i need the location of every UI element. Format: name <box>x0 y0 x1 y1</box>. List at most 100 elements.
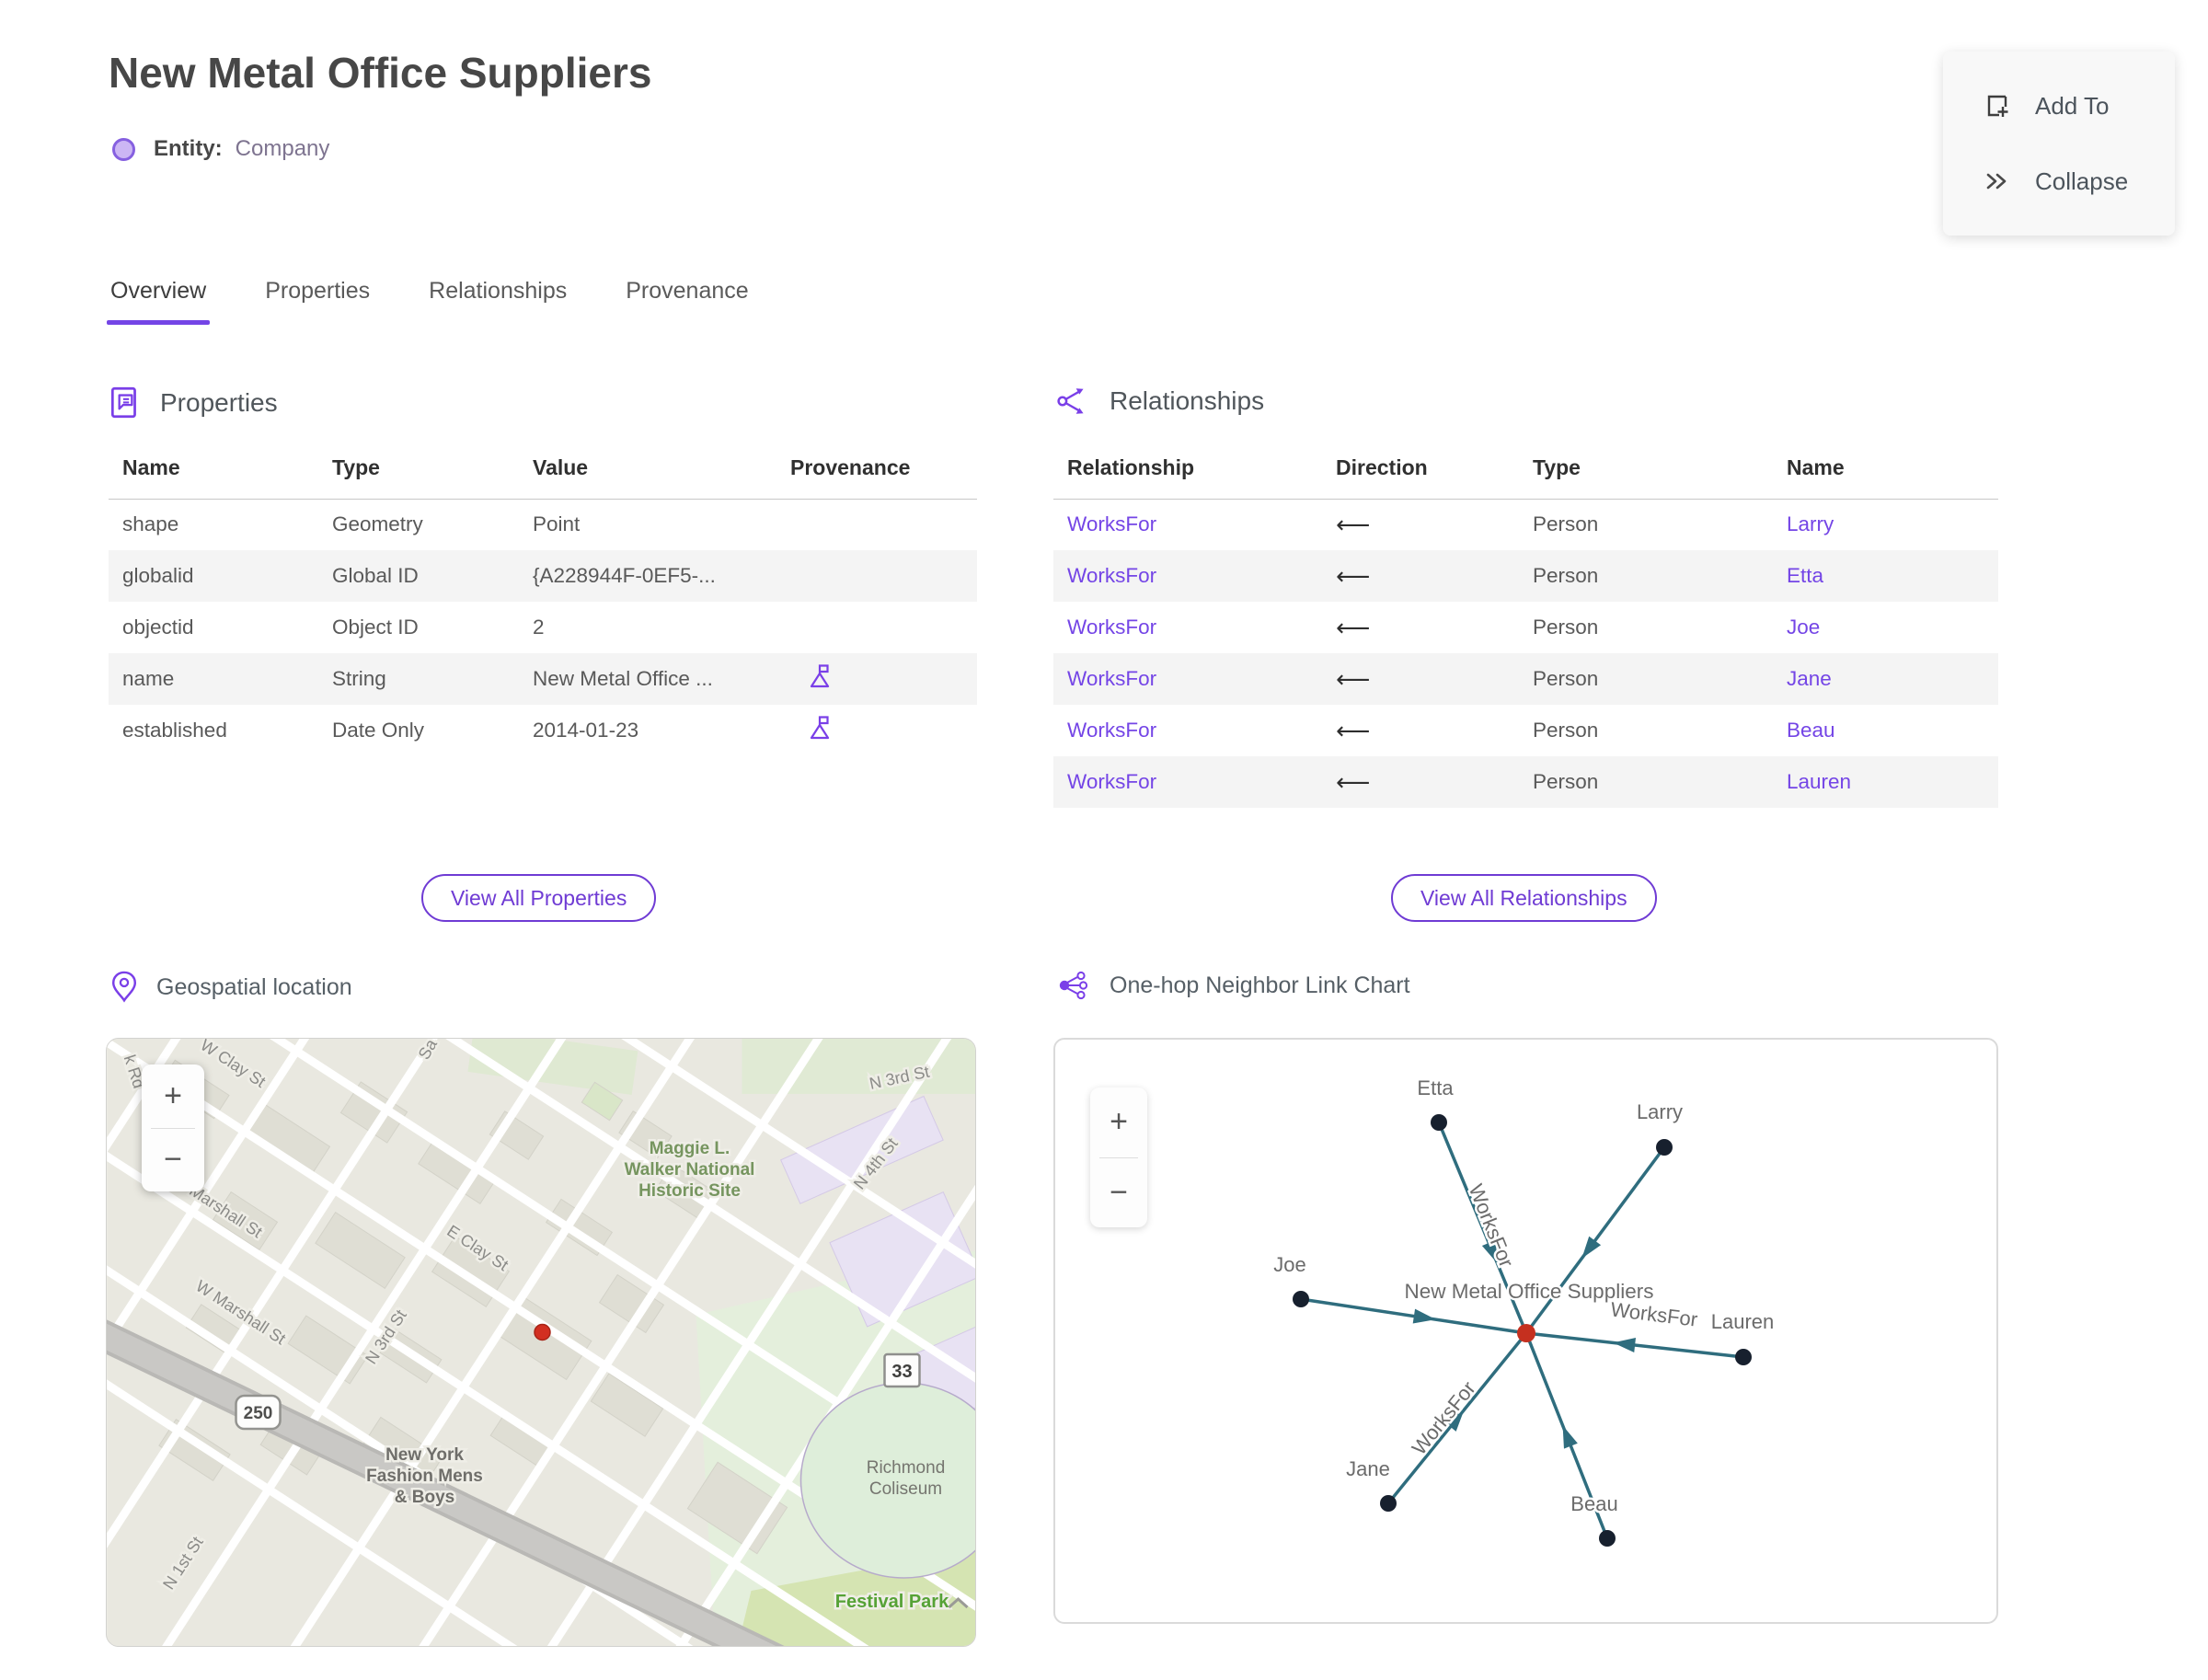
direction-arrow: ⟵ <box>1336 561 1371 590</box>
zoom-in-button[interactable]: + <box>142 1064 204 1128</box>
table-row: established Date Only 2014-01-23 <box>109 705 977 756</box>
col-header: Value <box>519 438 776 500</box>
node-label: Jane <box>1346 1457 1390 1480</box>
center-node-label: New Metal Office Suppliers <box>1405 1280 1654 1303</box>
entity-type-value: Company <box>235 136 330 161</box>
edge-label: WorksFor <box>1465 1180 1519 1270</box>
node-label: Larry <box>1637 1100 1683 1123</box>
table-row: WorksFor ⟵ Person Jane <box>1053 653 1998 705</box>
chart-zoom-control: + − <box>1090 1087 1147 1227</box>
view-all-relationships-button[interactable]: View All Relationships <box>1391 874 1657 922</box>
map-zoom-control: + − <box>142 1064 204 1191</box>
tab-provenance[interactable]: Provenance <box>624 272 750 325</box>
table-row: WorksFor ⟵ Person Lauren <box>1053 756 1998 808</box>
basemap: k Rd Sa W Clay St E Clay St Marshall St … <box>107 1039 975 1646</box>
edge-arrow-icon <box>1562 1425 1578 1449</box>
svg-text:Historic Site: Historic Site <box>638 1181 741 1201</box>
table-row: WorksFor ⟵ Person Joe <box>1067 613 1821 641</box>
relationship-link[interactable]: WorksFor <box>1067 564 1156 587</box>
svg-text:Maggie L.: Maggie L. <box>650 1139 730 1158</box>
link-chart-canvas[interactable]: WorksFor WorksFor WorksFor Etta Larry Joe Laur… <box>1053 1038 1998 1624</box>
zoom-out-button[interactable]: − <box>142 1129 204 1192</box>
entity-link[interactable]: Joe <box>1787 616 1820 639</box>
relationship-link[interactable]: WorksFor <box>1067 616 1156 639</box>
direction-arrow: ⟵ <box>1336 613 1371 641</box>
graph-node[interactable] <box>1735 1349 1752 1365</box>
table-row: shape Geometry Point <box>122 512 581 536</box>
table-row: WorksFor ⟵ Person Beau <box>1067 716 1835 744</box>
graph-node[interactable] <box>1293 1291 1309 1307</box>
zoom-in-button[interactable]: + <box>1090 1087 1147 1157</box>
table-row: name String New Metal Office ... <box>109 653 977 705</box>
entity-link[interactable]: Larry <box>1787 512 1834 535</box>
entity-link[interactable]: Beau <box>1787 719 1835 742</box>
tab-overview[interactable]: Overview <box>106 272 211 325</box>
add-to-icon <box>1987 95 2008 117</box>
edge-label: WorksFor <box>1408 1377 1480 1460</box>
entity-link[interactable]: Etta <box>1787 564 1823 587</box>
graph-node[interactable] <box>1431 1114 1447 1131</box>
svg-text:Fashion Mens: Fashion Mens <box>366 1467 483 1486</box>
geospatial-section-title: Geospatial location <box>156 973 352 1000</box>
svg-text:Richmond: Richmond <box>867 1458 946 1478</box>
collapse-button[interactable]: Collapse <box>1943 167 2175 196</box>
properties-table: Name Type Value Provenance shape Geometr… <box>109 438 977 756</box>
col-header: Relationship <box>1053 438 1322 500</box>
entity-label: Entity: <box>154 136 223 161</box>
table-row: globalid Global ID {A228944F-0EF5-... <box>109 550 977 602</box>
direction-arrow: ⟵ <box>1336 716 1371 744</box>
node-label: Lauren <box>1711 1310 1775 1333</box>
entity-detail-page: New Metal Office Suppliers Entity: Compa… <box>0 0 2208 1680</box>
properties-section-header: Properties <box>109 385 278 421</box>
col-header: Name <box>1773 438 1998 500</box>
direction-arrow: ⟵ <box>1336 767 1371 796</box>
node-label: Etta <box>1417 1076 1454 1099</box>
entity-link[interactable]: Jane <box>1787 667 1832 690</box>
relationship-link[interactable]: WorksFor <box>1067 719 1156 742</box>
relationship-link[interactable]: WorksFor <box>1067 770 1156 793</box>
graph-node[interactable] <box>1599 1530 1616 1547</box>
page-title: New Metal Office Suppliers <box>109 49 652 97</box>
view-all-properties-button[interactable]: View All Properties <box>421 874 657 922</box>
tab-properties[interactable]: Properties <box>263 272 372 325</box>
map-pin-icon <box>111 971 137 1003</box>
graph-node[interactable] <box>1380 1495 1397 1512</box>
collapse-label: Collapse <box>2035 167 2129 195</box>
action-menu: Add To Collapse <box>1943 52 2175 236</box>
map-canvas[interactable]: k Rd Sa W Clay St E Clay St Marshall St … <box>106 1038 976 1647</box>
relationships-section-title: Relationships <box>1110 386 1265 415</box>
svg-text:Festival Park: Festival Park <box>835 1592 949 1612</box>
svg-text:Walker National: Walker National <box>625 1160 755 1179</box>
provenance-flag-icon[interactable] <box>807 662 834 696</box>
link-chart-icon <box>1059 971 1088 1000</box>
location-marker[interactable] <box>534 1323 551 1341</box>
link-chart-graph: WorksForWorksForWorksForEttaLarryJoeLaur… <box>1271 1075 1777 1547</box>
entity-type-icon <box>112 137 135 161</box>
add-to-label: Add To <box>2035 91 2110 120</box>
add-to-button[interactable]: Add To <box>1943 91 2175 121</box>
tab-bar: Overview Properties Relationships Proven… <box>106 272 751 325</box>
entity-row: Entity: Company <box>112 136 329 162</box>
svg-text:33: 33 <box>891 1362 912 1382</box>
col-header: Type <box>1519 438 1773 500</box>
entity-link[interactable]: Lauren <box>1787 770 1851 793</box>
tab-relationships[interactable]: Relationships <box>427 272 569 325</box>
center-graph-node[interactable] <box>1517 1324 1535 1342</box>
svg-text:250: 250 <box>244 1404 273 1423</box>
svg-text:Coliseum: Coliseum <box>869 1479 942 1499</box>
direction-arrow: ⟵ <box>1336 510 1371 538</box>
svg-text:& Boys: & Boys <box>395 1488 454 1507</box>
table-row: WorksFor ⟵ Person Etta <box>1053 550 1998 602</box>
relationship-link[interactable]: WorksFor <box>1067 512 1156 535</box>
linkchart-section-header: One-hop Neighbor Link Chart <box>1056 970 1410 1001</box>
zoom-out-button[interactable]: − <box>1090 1158 1147 1228</box>
table-row: WorksFor ⟵ Person Larry <box>1067 510 1834 538</box>
relationship-link[interactable]: WorksFor <box>1067 667 1156 690</box>
edge-arrow-icon <box>1613 1338 1637 1352</box>
node-label: Beau <box>1570 1492 1617 1515</box>
relationships-table: Relationship Direction Type Name WorksFo… <box>1053 438 1998 808</box>
graph-node[interactable] <box>1656 1139 1673 1156</box>
provenance-flag-icon[interactable] <box>807 714 834 747</box>
edge <box>1300 1297 1527 1335</box>
col-header: Name <box>109 438 318 500</box>
